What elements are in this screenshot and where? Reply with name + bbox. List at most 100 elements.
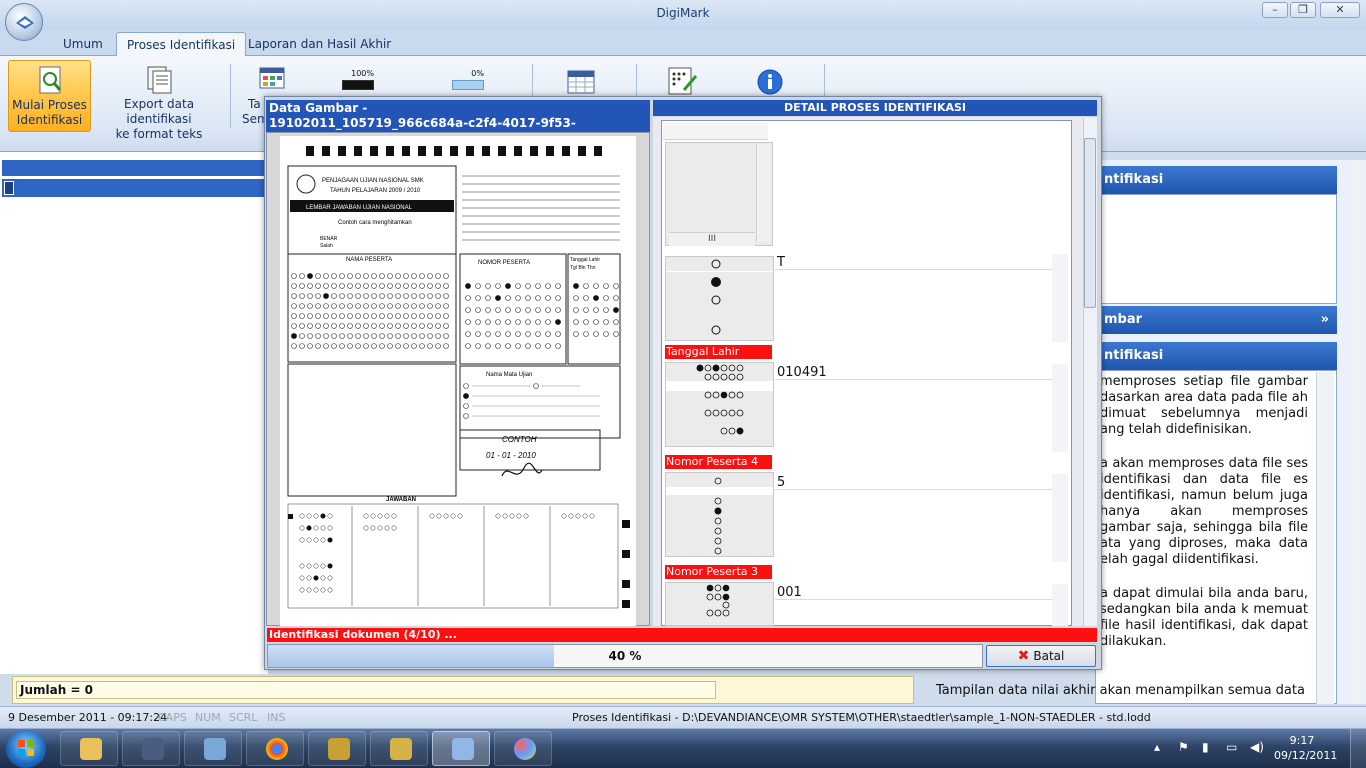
palette-icon — [514, 738, 536, 760]
mulai-label-2: Identifikasi — [16, 113, 83, 127]
tab-umum[interactable]: Umum — [53, 32, 113, 56]
omr-crop-image — [666, 364, 773, 435]
maximize-button[interactable]: ❐ — [1290, 2, 1316, 18]
flag-icon[interactable]: ⚑ — [1178, 740, 1189, 754]
calendar-icon[interactable] — [566, 68, 596, 96]
app-menu-button[interactable] — [5, 3, 43, 41]
start-button[interactable] — [6, 730, 46, 768]
svg-text:PENJAGAAN UJIAN NASIONAL SMK: PENJAGAAN UJIAN NASIONAL SMK — [322, 178, 424, 184]
help-header-2-label: mbar — [1104, 312, 1143, 327]
help-header-2[interactable]: mbar » — [1100, 306, 1337, 334]
export-button[interactable]: Export data identifikasi ke format teks — [96, 60, 222, 141]
window-title: DigiMark — [656, 6, 710, 20]
full-progress-icon[interactable]: 100% — [342, 70, 374, 92]
lightning-icon — [328, 738, 350, 760]
omr-sheet-graphic: PENJAGAAN UJIAN NASIONAL SMK TAHUN PELAJ… — [287, 146, 630, 609]
grid-table-icon — [258, 64, 290, 94]
svg-text:NOMOR PESERTA: NOMOR PESERTA — [478, 260, 530, 266]
help-scrollbar[interactable] — [1316, 372, 1334, 704]
value-field[interactable]: 5 — [775, 476, 1052, 490]
edit-sheet-icon[interactable] — [666, 66, 698, 96]
taskbar-computer[interactable] — [184, 731, 242, 766]
clock-time: 9:17 — [1289, 734, 1315, 747]
help-paragraph: a akan memproses data file ses identifik… — [1100, 456, 1308, 567]
scrl-indicator: SCRL — [229, 711, 258, 724]
info-icon[interactable] — [756, 68, 784, 96]
value-scrollbar[interactable] — [1052, 364, 1068, 452]
omr-crop-image — [666, 477, 773, 555]
taskbar-chrome[interactable] — [246, 731, 304, 766]
monitor-icon — [204, 738, 226, 760]
taskbar-app-seven[interactable] — [370, 731, 428, 766]
detail-scroll-thumb[interactable] — [1084, 138, 1096, 308]
list-item-selected[interactable] — [2, 179, 265, 197]
taskbar-media[interactable] — [122, 731, 180, 766]
image-panel-header: Data Gambar - 19102011_105719_966c684a-c… — [266, 100, 650, 145]
video-icon — [142, 738, 164, 760]
list-header — [2, 160, 265, 176]
svg-text:BENAR: BENAR — [320, 236, 338, 242]
folder-icon — [80, 738, 102, 760]
tab-laporan[interactable]: Laporan dan Hasil Akhir — [238, 32, 401, 56]
taskbar-clock[interactable]: 9:17 09/12/2011 — [1274, 733, 1338, 763]
identification-status: Identifikasi dokumen (4/10) ... — [267, 628, 1097, 642]
help-paragraph: a dapat dimulai bila anda baru, sedangka… — [1100, 586, 1308, 649]
progress-label: 40 % — [608, 649, 642, 663]
close-x-icon: ✖ — [1017, 648, 1030, 664]
clock-date: 09/12/2011 — [1274, 749, 1338, 762]
svg-text:Contoh cara menghitamkan: Contoh cara menghitamkan — [338, 220, 412, 226]
power-icon[interactable]: ▮ — [1202, 740, 1209, 754]
svg-text:NAMA PESERTA: NAMA PESERTA — [346, 257, 392, 263]
value-field[interactable]: 010491 — [775, 366, 1052, 380]
help-paragraph: Tampilan data nilai akhir akan menampilk… — [936, 683, 1305, 698]
value-scrollbar[interactable] — [1052, 254, 1068, 342]
zero-progress-icon[interactable]: 0% — [452, 70, 484, 92]
status-datetime: 9 Desember 2011 - 09:17:24 — [8, 711, 168, 724]
export-text-icon — [143, 64, 175, 94]
export-label-2: ke format teks — [115, 127, 203, 141]
value-field[interactable]: T — [775, 256, 1052, 270]
tab-proses-identifikasi[interactable]: Proses Identifikasi — [116, 32, 247, 56]
value-scrollbar[interactable] — [1052, 584, 1068, 626]
mulai-proses-button[interactable]: Mulai Proses Identifikasi — [8, 60, 91, 132]
svg-text:Nama Mata Ujian: Nama Mata Ujian — [486, 372, 532, 378]
detail-panel-header: DETAIL PROSES IDENTIFIKASI — [653, 100, 1097, 116]
taskbar-digimark[interactable] — [432, 731, 490, 766]
volume-icon[interactable]: ◀) — [1250, 740, 1264, 754]
omr-crop-cell — [665, 582, 774, 626]
tray-arrow-icon[interactable]: ▴ — [1154, 740, 1160, 754]
show-desktop-button[interactable] — [1350, 729, 1366, 768]
svg-text:CONTOH: CONTOH — [502, 435, 537, 444]
taskbar-paint[interactable] — [494, 731, 552, 766]
omr-crop-cell — [665, 472, 774, 557]
mulai-label-1: Mulai Proses — [12, 98, 87, 112]
scanner-icon — [452, 738, 474, 760]
value-scrollbar[interactable] — [1052, 474, 1068, 562]
system-tray[interactable]: ▴ ⚑ ▮ ▭ ◀) — [1150, 740, 1270, 756]
main-scrollbar[interactable] — [1350, 160, 1364, 704]
omr-crop-cell — [665, 362, 774, 447]
section-label-tanggal-lahir: Tanggal Lahir — [665, 345, 772, 359]
taskbar-app-lightning[interactable] — [308, 731, 366, 766]
row-indicator — [4, 181, 14, 195]
thumbnail-hscroll[interactable]: III — [669, 232, 755, 246]
omr-sheet-image: PENJAGAAN UJIAN NASIONAL SMK TAHUN PELAJ… — [280, 136, 636, 626]
section-label-nomor-peserta-4: Nomor Peserta 4 — [665, 455, 772, 469]
help-header-1[interactable]: ntifikasi — [1100, 166, 1337, 194]
taskbar-explorer[interactable] — [60, 731, 118, 766]
help-header-3[interactable]: ntifikasi — [1100, 342, 1337, 370]
chrome-icon — [266, 738, 288, 760]
cancel-button[interactable]: ✖ Batal — [986, 645, 1096, 667]
close-button[interactable]: ✕ — [1320, 2, 1360, 18]
ins-indicator: INS — [267, 711, 286, 724]
caps-indicator: CAPS — [158, 711, 187, 724]
minimize-button[interactable]: – — [1262, 2, 1288, 18]
svg-text:LEMBAR JAWABAN UJIAN NASIONAL: LEMBAR JAWABAN UJIAN NASIONAL — [306, 205, 413, 211]
cancel-label: Batal — [1033, 649, 1065, 663]
help-text: memproses setiap file gambar dasarkan ar… — [1100, 374, 1308, 664]
thumbnail-vscroll[interactable] — [756, 144, 770, 242]
value-field[interactable]: 001 — [775, 586, 1052, 600]
svg-text:Salah: Salah — [320, 243, 333, 249]
svg-text:Tgl Bln Thn: Tgl Bln Thn — [570, 265, 596, 271]
network-icon[interactable]: ▭ — [1226, 740, 1237, 754]
